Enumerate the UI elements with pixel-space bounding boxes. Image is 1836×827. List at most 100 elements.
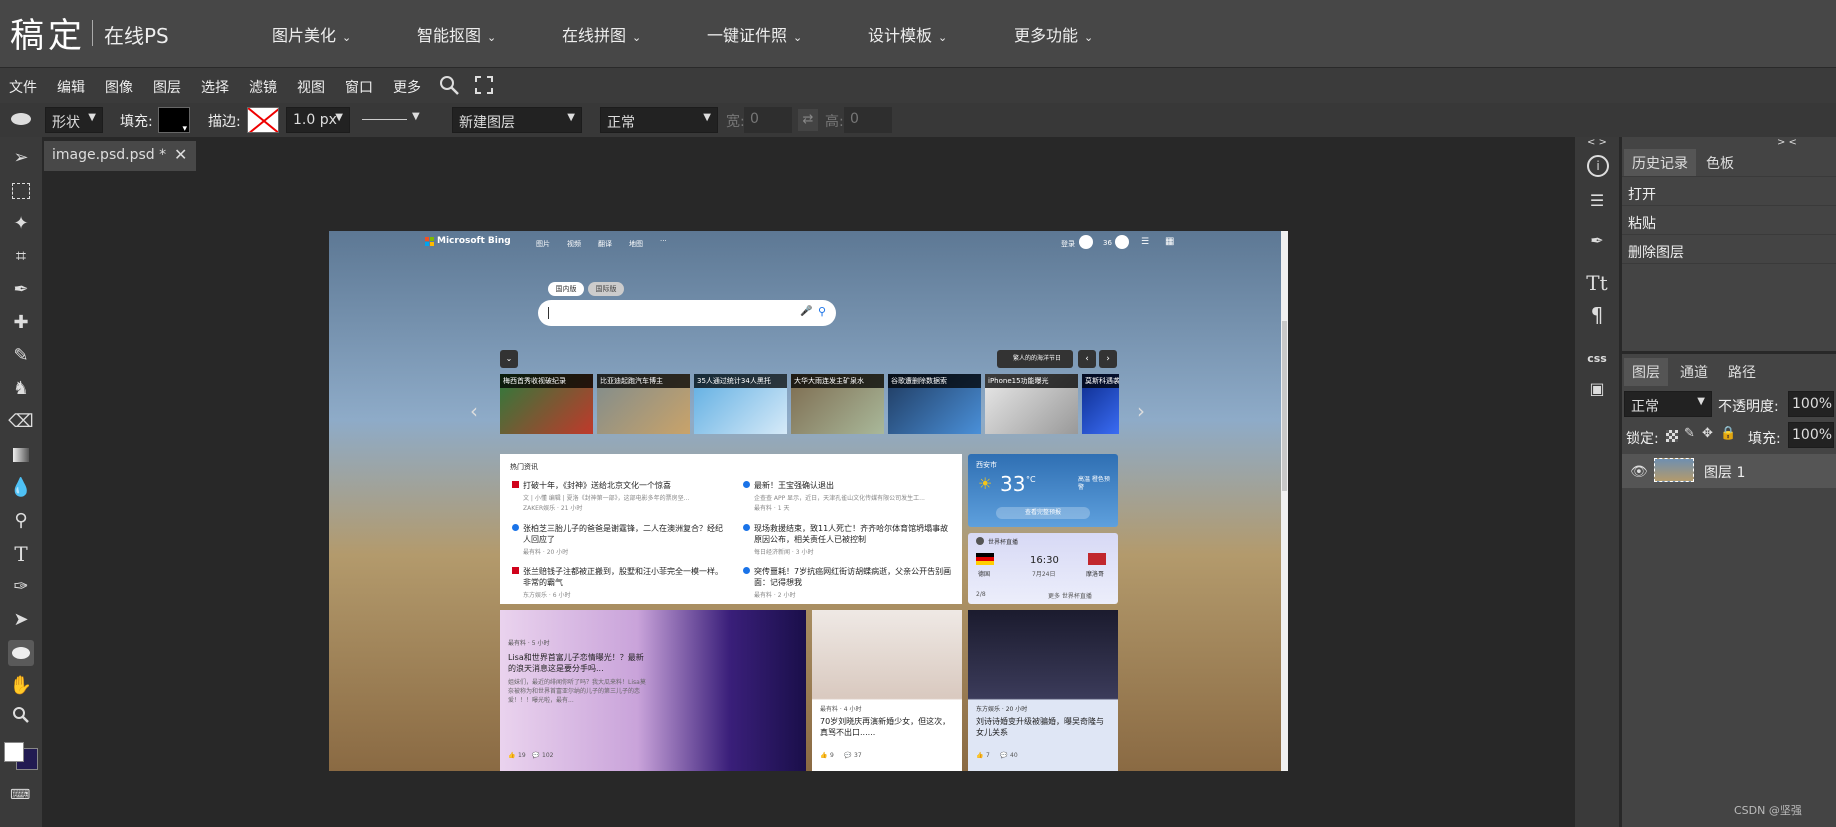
- tab-paths[interactable]: 路径: [1720, 358, 1764, 386]
- select-value: 正常: [1631, 399, 1659, 415]
- news-thumb: 35人通过统计34人黑托: [694, 374, 787, 434]
- dodge-tool-icon[interactable]: ⚲: [8, 508, 34, 534]
- pen-tool-icon[interactable]: ✑: [8, 574, 34, 600]
- lock-transparency-icon[interactable]: [1666, 430, 1678, 442]
- history-item[interactable]: 删除图层: [1628, 242, 1684, 262]
- stroke-color-swatch[interactable]: [247, 107, 279, 133]
- layer-row[interactable]: 👁 图层 1: [1622, 454, 1836, 488]
- menu-more[interactable]: 更多: [393, 77, 421, 97]
- blend-mode-select[interactable]: 正常 ▼: [600, 107, 718, 133]
- app-subtitle[interactable]: 在线PS: [104, 20, 169, 49]
- healing-brush-icon[interactable]: ✚: [8, 310, 34, 336]
- brush-tool-icon[interactable]: ✎: [8, 343, 34, 369]
- text-tool-icon[interactable]: T: [8, 541, 34, 567]
- panel-collapse-toggle[interactable]: > <: [1777, 137, 1797, 148]
- image-icon[interactable]: ▣: [1585, 377, 1609, 401]
- tab-swatches[interactable]: 色板: [1698, 149, 1742, 177]
- lock-all-icon[interactable]: 🔒: [1720, 426, 1736, 441]
- fill-color-swatch[interactable]: ▾: [158, 107, 190, 134]
- panel-collapse-toggle[interactable]: < >: [1587, 137, 1607, 148]
- tab-layers[interactable]: 图层: [1624, 358, 1668, 386]
- news-thumb: 莫斯科遇袭: [1082, 374, 1119, 434]
- topnav-templates[interactable]: 设计模板 ⌄: [868, 22, 947, 46]
- paragraph-icon[interactable]: ¶: [1585, 303, 1609, 327]
- move-tool-icon[interactable]: ➢: [8, 145, 34, 171]
- stamp-tool-icon[interactable]: ♞: [8, 376, 34, 402]
- bing-points: 36: [1103, 239, 1112, 247]
- chevron-down-icon[interactable]: ▼: [412, 111, 420, 122]
- close-icon[interactable]: ✕: [174, 145, 187, 164]
- character-icon[interactable]: Tt: [1585, 271, 1609, 295]
- menu-layer[interactable]: 图层: [153, 77, 181, 97]
- menu-image[interactable]: 图像: [105, 77, 133, 97]
- gradient-tool-icon[interactable]: [8, 442, 34, 468]
- match-more-link: 更多 世界杯直播: [1048, 593, 1092, 600]
- document-tab[interactable]: image.psd.psd * ✕: [44, 141, 196, 171]
- topnav-id-photo[interactable]: 一键证件照 ⌄: [707, 22, 802, 46]
- chevron-down-icon: ▼: [703, 112, 711, 123]
- menu-select[interactable]: 选择: [201, 77, 229, 97]
- opacity-input[interactable]: 100%: [1788, 391, 1834, 417]
- marquee-tool-icon[interactable]: [8, 178, 34, 204]
- swap-icon[interactable]: ⇄: [798, 109, 818, 131]
- tab-channels[interactable]: 通道: [1672, 358, 1716, 386]
- layer-name[interactable]: 图层 1: [1704, 462, 1745, 482]
- tab-history[interactable]: 历史记录: [1624, 149, 1696, 177]
- fullscreen-icon[interactable]: [474, 75, 494, 99]
- width-input[interactable]: 0: [744, 107, 792, 133]
- zoom-tool-icon[interactable]: [8, 706, 34, 732]
- document-canvas[interactable]: Microsoft Bing 图片 视频 翻译 地图 ··· 登录 36 ☰ ▦…: [329, 231, 1288, 771]
- eraser-tool-icon[interactable]: ⌫: [8, 409, 34, 435]
- history-item[interactable]: 粘贴: [1628, 213, 1656, 233]
- lock-move-icon[interactable]: ✥: [1702, 426, 1713, 441]
- history-item[interactable]: 打开: [1628, 184, 1656, 204]
- foreground-color-swatch[interactable]: [4, 742, 24, 762]
- hand-tool-icon[interactable]: ✋: [8, 673, 34, 699]
- topnav-collage[interactable]: 在线拼图 ⌄: [562, 22, 641, 46]
- like-count: 7: [986, 752, 990, 759]
- fill-input[interactable]: 100%: [1788, 422, 1834, 448]
- magic-wand-icon[interactable]: ✦: [8, 211, 34, 237]
- eyedropper-icon[interactable]: ✒: [8, 277, 34, 303]
- info-icon[interactable]: i: [1587, 155, 1609, 177]
- topnav-image-beautify[interactable]: 图片美化 ⌄: [272, 22, 351, 46]
- menu-window[interactable]: 窗口: [345, 77, 373, 97]
- news-meta: 东方娱乐 · 6 小时: [523, 592, 571, 599]
- search-icon[interactable]: [438, 74, 460, 100]
- flag-morocco-icon: [1088, 553, 1106, 565]
- brush-settings-icon[interactable]: ✒: [1585, 229, 1609, 253]
- eye-icon[interactable]: 👁: [1630, 464, 1648, 480]
- select-value: 新建图层: [459, 115, 515, 131]
- css-icon[interactable]: css: [1585, 347, 1609, 371]
- stroke-width-input[interactable]: 1.0 px ▼: [286, 107, 350, 133]
- hot-news-title: 热门资讯: [510, 463, 538, 471]
- adjustments-icon[interactable]: ☰: [1585, 189, 1609, 213]
- ellipse-tool-icon[interactable]: [8, 640, 34, 666]
- news-snippet: 企查查 APP 显示，近日，天津孔雀山文化传媒有限公司发生工...: [754, 495, 925, 502]
- topnav-smart-cutout[interactable]: 智能抠图 ⌄: [417, 22, 496, 46]
- blur-tool-icon[interactable]: 💧: [8, 475, 34, 501]
- menu-file[interactable]: 文件: [9, 77, 37, 97]
- comment-icon: 💬: [532, 752, 540, 759]
- keyboard-icon[interactable]: ⌨: [10, 787, 30, 803]
- thumb-caption: 谷歌遭删除数据索: [888, 374, 981, 388]
- menu-filter[interactable]: 滤镜: [249, 77, 277, 97]
- news-source-icon: [743, 481, 750, 488]
- menu-view[interactable]: 视图: [297, 77, 325, 97]
- comment-icon: 💬: [1000, 752, 1008, 759]
- news-source-icon: [512, 481, 519, 488]
- team-away: 摩洛哥: [1086, 571, 1105, 578]
- height-input[interactable]: 0: [844, 107, 892, 133]
- stroke-style-line[interactable]: [362, 119, 407, 120]
- app-logo[interactable]: 稿定: [10, 8, 86, 57]
- width-label: 宽:: [726, 114, 745, 130]
- layer-mode-select[interactable]: 新建图层 ▼: [452, 107, 582, 133]
- chevron-down-icon: ▼: [1697, 396, 1705, 407]
- layer-blend-select[interactable]: 正常 ▼: [1624, 391, 1712, 417]
- shape-mode-select[interactable]: 形状 ▼: [45, 107, 103, 133]
- crop-tool-icon[interactable]: ⌗: [8, 244, 34, 270]
- path-select-icon[interactable]: ➤: [8, 607, 34, 633]
- topnav-more[interactable]: 更多功能 ⌄: [1014, 22, 1093, 46]
- menu-edit[interactable]: 编辑: [57, 77, 85, 97]
- lock-paint-icon[interactable]: ✎: [1684, 426, 1695, 441]
